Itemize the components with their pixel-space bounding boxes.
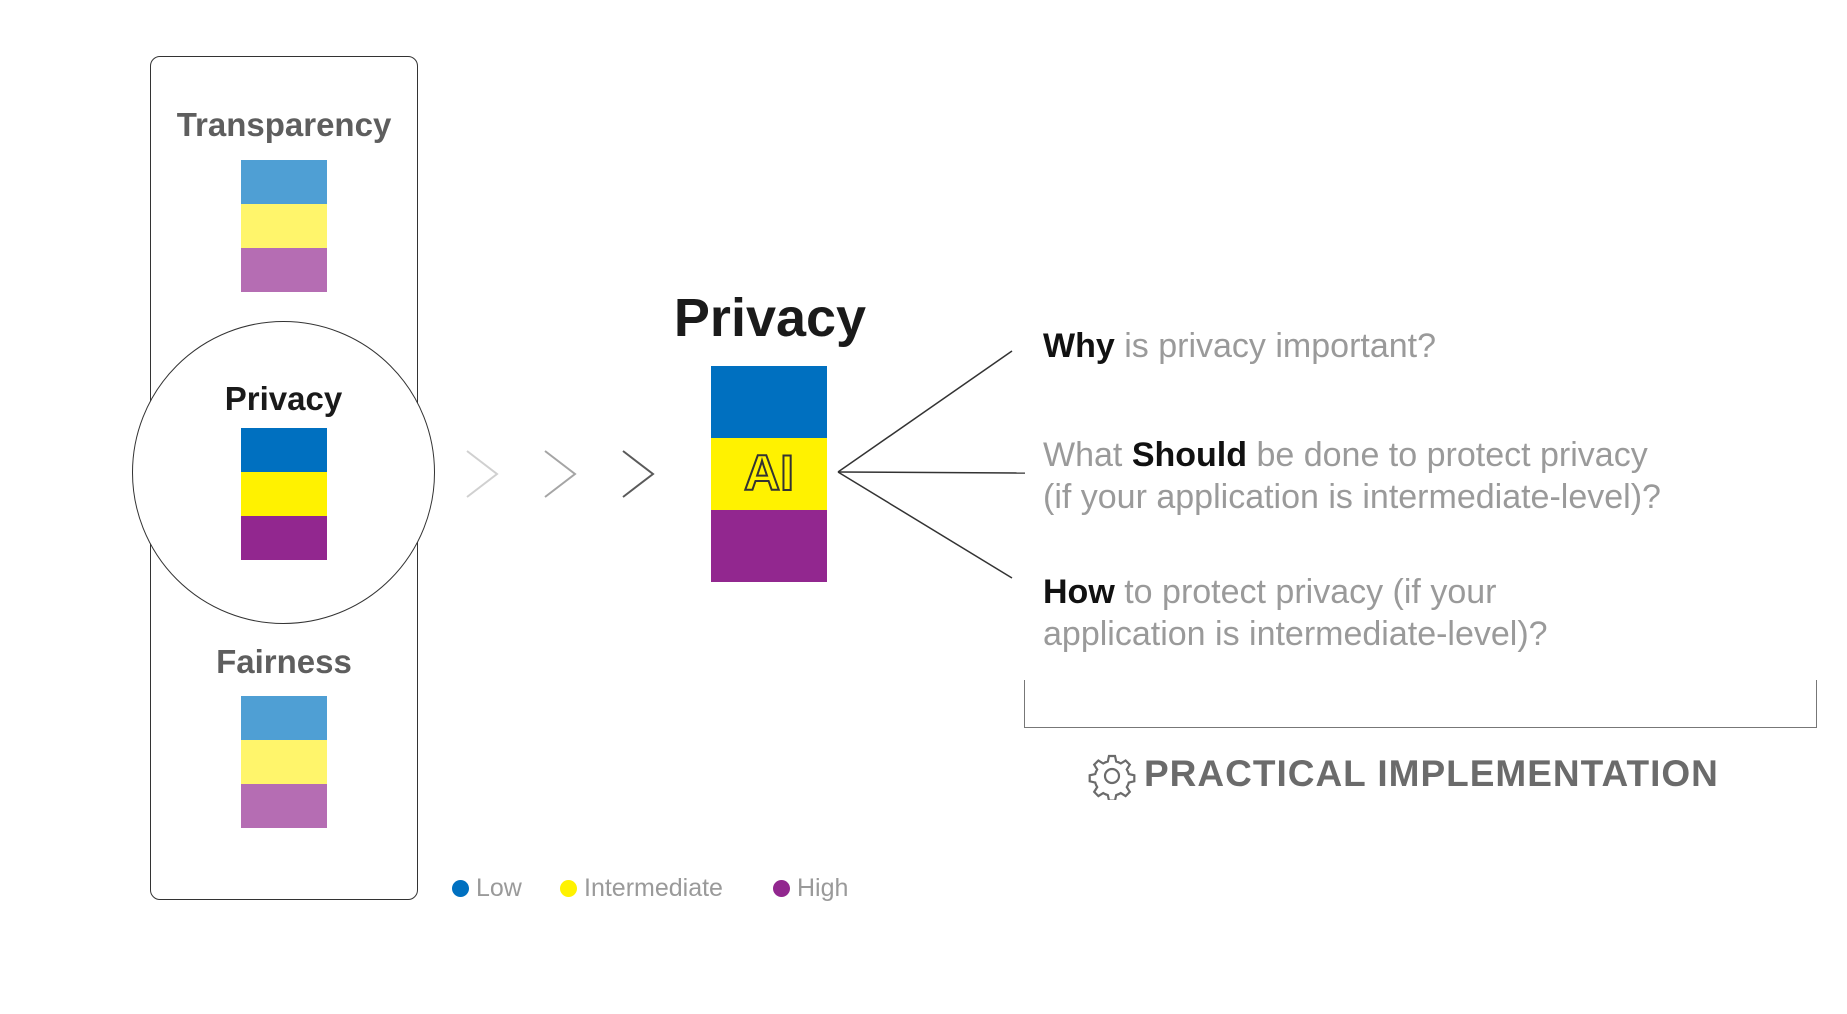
how-question-text: to protect privacy (if your (1114, 573, 1497, 611)
intermediate-swatch-icon (560, 880, 577, 897)
should-question-text: be done to protect privacy (1247, 436, 1648, 474)
should-question-prefix: What (1043, 436, 1132, 474)
should-question-line2: (if your application is intermediate-lev… (1043, 478, 1661, 516)
legend-item-high: High (773, 874, 848, 903)
low-swatch-icon (452, 880, 469, 897)
why-keyword: Why (1043, 327, 1115, 365)
legend-label: Intermediate (584, 874, 723, 902)
gear-icon (1088, 754, 1136, 802)
should-keyword: Should (1131, 436, 1248, 474)
should-question: What Should be done to protect privacy (… (1043, 434, 1661, 518)
why-question-text: is privacy important? (1114, 327, 1437, 365)
high-swatch-icon (773, 880, 790, 897)
legend-item-intermediate: Intermediate (560, 874, 723, 903)
questions-bracket (1024, 680, 1817, 728)
how-keyword: How (1043, 573, 1115, 611)
why-question: Why is privacy important? (1043, 325, 1436, 367)
legend-label: High (797, 874, 849, 902)
practical-implementation-label: PRACTICAL IMPLEMENTATION (1144, 752, 1719, 794)
practical-implementation-caption: PRACTICAL IMPLEMENTATION (1088, 752, 1719, 802)
legend-label: Low (476, 874, 522, 902)
legend-item-low: Low (452, 874, 522, 903)
how-question: How to protect privacy (if your applicat… (1043, 571, 1548, 655)
how-question-line2: application is intermediate-level)? (1043, 615, 1548, 653)
